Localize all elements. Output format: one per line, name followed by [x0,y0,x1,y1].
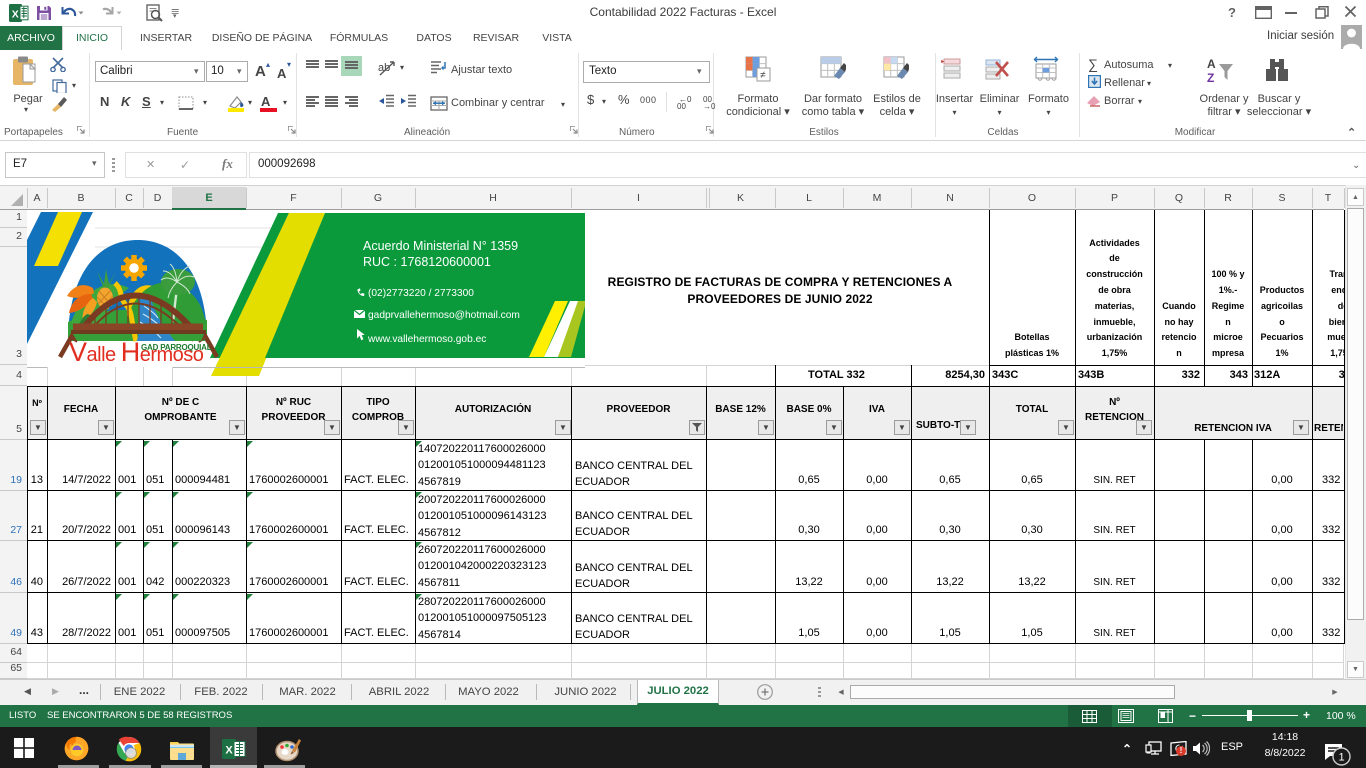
svg-text:X: X [12,8,19,20]
svg-text:00: 00 [677,102,686,110]
svg-text:(02)2773220 / 2773300: (02)2773220 / 2773300 [368,288,474,299]
svg-text:1: 1 [1338,752,1344,764]
svg-text:www.vallehermoso.gob.ec: www.vallehermoso.gob.ec [367,334,486,345]
svg-text:gadprvallehermoso@hotmail.com: gadprvallehermoso@hotmail.com [368,310,520,321]
svg-text:A: A [1207,57,1216,71]
svg-text:Acuerdo Ministerial N° 1359: Acuerdo Ministerial N° 1359 [363,239,518,253]
svg-text:X: X [225,745,233,757]
svg-text:≠: ≠ [760,70,766,81]
svg-text:Z: Z [1207,71,1214,85]
svg-text:RUC : 1768120600001: RUC : 1768120600001 [363,255,491,269]
